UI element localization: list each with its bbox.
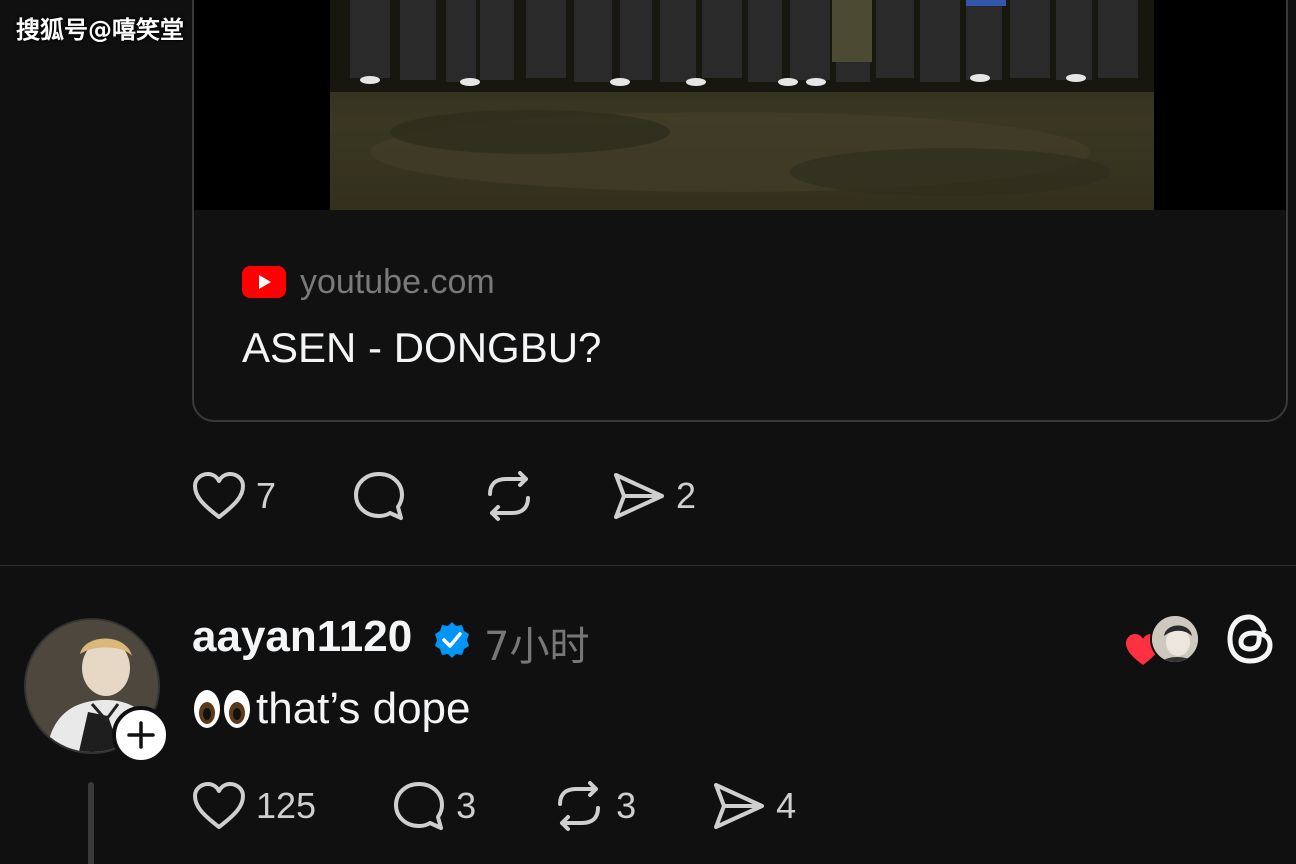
share-button[interactable]: 2 [612,471,696,521]
thread-line [88,782,94,864]
reply-like-count: 125 [256,785,317,826]
post-divider [0,565,1296,566]
repost-icon [488,471,531,521]
reply-action-bar: 125 3 3 4 [192,780,796,832]
like-count: 7 [256,475,277,516]
reply-comment-count: 3 [456,785,477,826]
send-icon [614,473,665,519]
plus-icon [127,721,155,749]
comment-icon [354,472,405,520]
threads-logo-icon[interactable] [1224,612,1278,666]
heart-icon [193,472,245,519]
reply-share-count: 4 [776,785,797,826]
verified-badge-icon [435,622,469,658]
comment-icon [394,782,445,830]
reply-comment-button[interactable]: 3 [392,780,476,832]
comment-button[interactable] [352,470,406,522]
reply-repost-button[interactable]: 3 [552,780,636,832]
youtube-icon [242,266,286,298]
link-domain: youtube.com [300,262,495,301]
eyes-emoji-icon [192,687,252,731]
reply-like-button[interactable]: 125 [192,781,316,831]
username[interactable]: aayan1120 [192,612,412,662]
timestamp: 7小时 [484,624,590,670]
repost-button[interactable] [482,470,536,522]
link-source: youtube.com [242,262,495,301]
liker-avatar[interactable] [1150,614,1200,664]
share-count: 2 [676,475,697,516]
link-title[interactable]: ASEN - DONGBU? [242,324,601,372]
reply-repost-count: 3 [616,785,637,826]
video-thumbnail[interactable] [194,0,1286,210]
follow-button[interactable] [112,706,170,764]
like-button[interactable]: 7 [192,471,276,521]
send-icon [714,783,765,829]
reply-text: that’s dope [192,684,470,734]
post-action-bar: 7 2 [192,470,696,522]
repost-icon [558,781,601,831]
link-preview-card[interactable]: youtube.com ASEN - DONGBU? [192,0,1288,422]
thumbnail-image [330,0,1154,210]
reply-share-button[interactable]: 4 [712,781,796,831]
watermark: 搜狐号@嘻笑堂 [16,16,184,44]
reply-body: that’s dope [256,684,471,733]
heart-icon [193,782,245,829]
